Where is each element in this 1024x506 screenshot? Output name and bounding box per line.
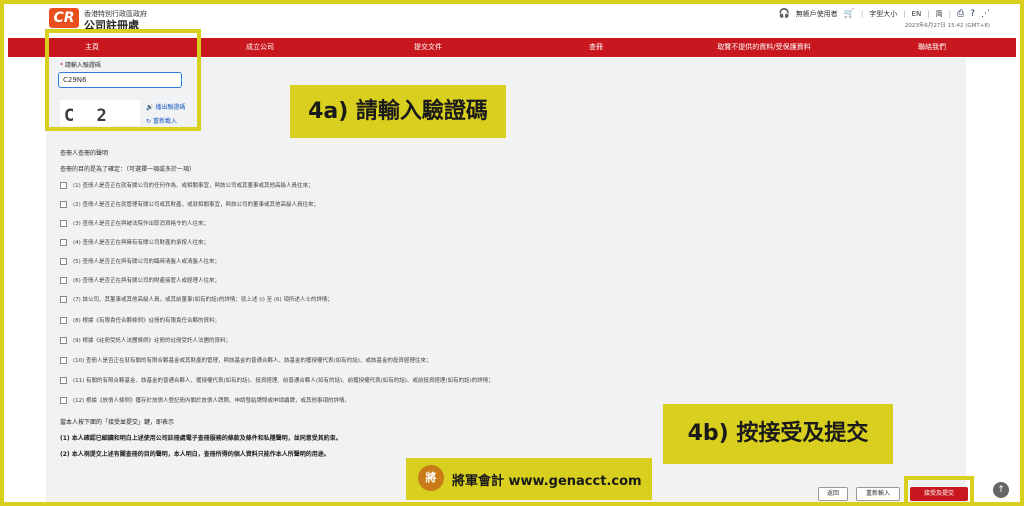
utility-bar: 🎧 無帳戶使用者 🛒 | 字型大小 | EN | 简 | ⎙ ? ⋰ bbox=[778, 9, 990, 19]
share-icon[interactable]: ⋰ bbox=[981, 9, 990, 19]
purpose-option-10[interactable]: (10) 查冊人是否正在就有關的有限合夥基金或其財產的管理，與該基金的普通合夥人… bbox=[60, 355, 431, 365]
lang-sc-link[interactable]: 简 bbox=[936, 9, 943, 19]
checkbox[interactable] bbox=[60, 238, 67, 246]
nav-protected-info[interactable]: 取覽不提供的資料/受保護資料 bbox=[680, 38, 848, 57]
print-icon[interactable]: ⎙ bbox=[957, 9, 964, 19]
lang-en-link[interactable]: EN bbox=[912, 10, 922, 18]
cart-icon[interactable]: 🛒 bbox=[844, 9, 855, 19]
declaration-statement-2: (2) 本人現提交上述有關查冊的目的聲明，本人明白，查冊所得的個人資料只能作本人… bbox=[60, 451, 330, 458]
checkbox[interactable] bbox=[60, 316, 67, 324]
purpose-option-9[interactable]: (9) 根據《註冊受託人法團條例》註冊的註冊受託人法團的資料； bbox=[60, 335, 231, 345]
help-icon[interactable]: ? bbox=[970, 9, 975, 19]
scroll-top-icon[interactable]: ↑ bbox=[993, 482, 1009, 498]
user-menu[interactable]: 無帳戶使用者 bbox=[796, 9, 838, 19]
nav-contact[interactable]: 聯絡我們 bbox=[848, 38, 1016, 57]
cr-logo[interactable]: CR bbox=[49, 8, 79, 28]
declaration-statement-1: (1) 本人確認已細讀和明白上述使用公司註冊處電子查冊服務的條款及條件和私隱聲明… bbox=[60, 435, 342, 442]
purpose-option-2[interactable]: (2) 查冊人是否正在就管理有關公司或其財產，或就相關事宜，與該公司的董事或其他… bbox=[60, 199, 319, 209]
checkbox[interactable] bbox=[60, 200, 67, 208]
accept-submit-button[interactable]: 接受及提交 bbox=[910, 487, 968, 501]
declaration-subtitle: 查冊的目的是為了確定：（可選擇一項或多於一項） bbox=[60, 166, 196, 173]
purpose-option-12[interactable]: (12) 根據《放債人條例》獲存於放債人登記冊內關於放債人牌照、申請發給牌照或申… bbox=[60, 395, 350, 405]
purpose-option-7[interactable]: (7) 該公司、其董事或其他高級人員，或其前董事(如有的話)的詳情；就上述 (i… bbox=[60, 294, 333, 304]
purpose-option-5[interactable]: (5) 查冊人是否正在與有關公司的臨時清盤人或清盤人往來； bbox=[60, 256, 220, 266]
purpose-option-6[interactable]: (6) 查冊人是否正在與有關公司的財產接管人或經理人往來； bbox=[60, 275, 220, 285]
font-size-control[interactable]: 字型大小 bbox=[869, 9, 897, 19]
watermark-text: 將軍會計 www.genacct.com bbox=[452, 474, 642, 489]
checkbox[interactable] bbox=[60, 257, 67, 265]
checkbox[interactable] bbox=[60, 376, 67, 384]
back-button[interactable]: 返回 bbox=[818, 487, 848, 501]
current-date: 2023年6月27日 15:42 (GMT+8) bbox=[904, 23, 990, 29]
checkbox[interactable] bbox=[60, 219, 67, 227]
purpose-option-1[interactable]: (1) 查冊人是否正在就有關公司的任何作為、或相關事宜，與該公司或其董事或其他高… bbox=[60, 180, 314, 190]
declaration-title: 查冊人查冊的聲明 bbox=[60, 150, 109, 157]
nav-search[interactable]: 查冊 bbox=[512, 38, 680, 57]
reset-button[interactable]: 重新輸入 bbox=[856, 487, 900, 501]
nav-submit-docs[interactable]: 提交文件 bbox=[344, 38, 512, 57]
callout-4a: 4a) 請輸入驗證碼 bbox=[290, 85, 506, 138]
declaration-intro: 當本人按下面的「接受並提交」鍵，即表示 bbox=[60, 419, 175, 426]
headset-icon: 🎧 bbox=[778, 9, 790, 19]
purpose-option-3[interactable]: (3) 查冊人是否正在與被法院作出取消資格令的人往來； bbox=[60, 218, 209, 228]
checkbox[interactable] bbox=[60, 396, 67, 404]
purpose-option-11[interactable]: (11) 有關的有限合夥基金、該基金的普通合夥人、獲授權代表(如有的話)、投資經… bbox=[60, 375, 494, 385]
checkbox[interactable] bbox=[60, 295, 67, 303]
checkbox[interactable] bbox=[60, 181, 67, 189]
genacct-logo: 將 bbox=[418, 465, 444, 491]
callout-4b: 4b) 按接受及提交 bbox=[663, 404, 893, 464]
watermark-banner: 將 將軍會計 www.genacct.com bbox=[406, 458, 652, 500]
checkbox[interactable] bbox=[60, 356, 67, 364]
purpose-option-4[interactable]: (4) 查冊人是否正在與擁有有關公司財產的承按人往來； bbox=[60, 237, 209, 247]
nav-incorporate[interactable]: 成立公司 bbox=[176, 38, 344, 57]
checkbox[interactable] bbox=[60, 336, 67, 344]
highlight-captcha bbox=[45, 29, 201, 131]
purpose-option-8[interactable]: (8) 根據《有限責任合夥條例》註冊的有限責任合夥的資料； bbox=[60, 315, 220, 325]
checkbox[interactable] bbox=[60, 276, 67, 284]
